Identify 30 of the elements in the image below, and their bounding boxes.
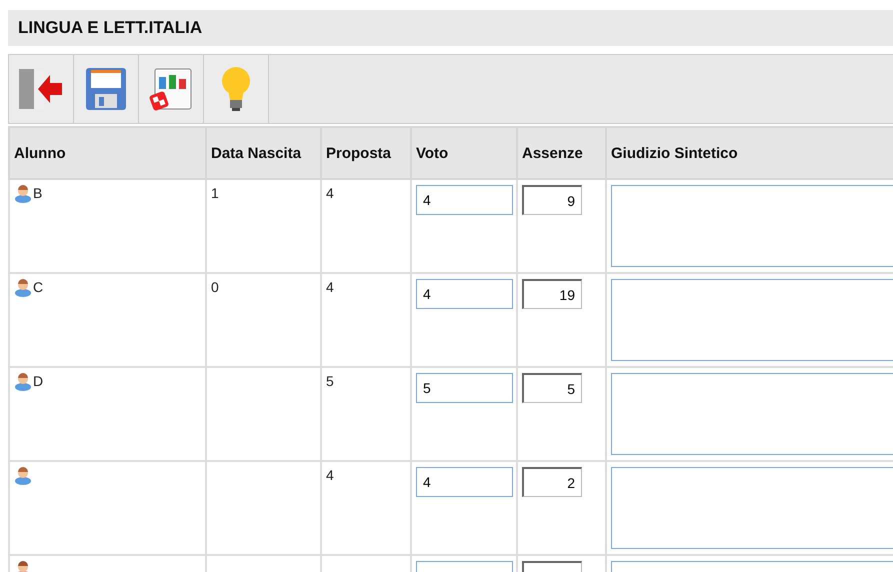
absences-field[interactable]: 5 <box>522 373 582 403</box>
grade-field[interactable]: 4 <box>416 279 513 309</box>
person-icon <box>14 185 32 203</box>
light-bulb-icon <box>220 66 252 112</box>
person-icon <box>14 373 32 391</box>
table-cell: 4 <box>321 179 411 273</box>
column-header: Giudizio Sintetico <box>606 127 893 179</box>
grade-field[interactable]: 5 <box>416 373 513 403</box>
grade-field[interactable]: 4 <box>416 467 513 497</box>
table-cell: 4 <box>321 461 411 555</box>
person-icon <box>14 467 32 485</box>
student-name: D <box>33 373 44 389</box>
panel-title: LINGUA E LETT.ITALIA <box>8 10 893 46</box>
person-icon <box>14 279 32 297</box>
student-name: C <box>33 279 44 295</box>
absences-field[interactable]: 9 <box>522 185 582 215</box>
student-name: B <box>33 185 42 201</box>
column-header: Assenze <box>517 127 606 179</box>
column-header: Voto <box>411 127 517 179</box>
table-cell: 1 <box>206 179 321 273</box>
table-cell: 4 <box>321 273 411 367</box>
column-header: Proposta <box>321 127 411 179</box>
spell-check-icon <box>149 67 193 111</box>
grade-field[interactable]: 4 <box>416 185 513 215</box>
absences-field[interactable]: 19 <box>522 279 582 309</box>
absences-field[interactable]: 2 <box>522 467 582 497</box>
table-cell: 5 <box>321 367 411 461</box>
table-cell: 0 <box>206 273 321 367</box>
column-header: Data Nascita <box>206 127 321 179</box>
column-header: Alunno <box>9 127 206 179</box>
